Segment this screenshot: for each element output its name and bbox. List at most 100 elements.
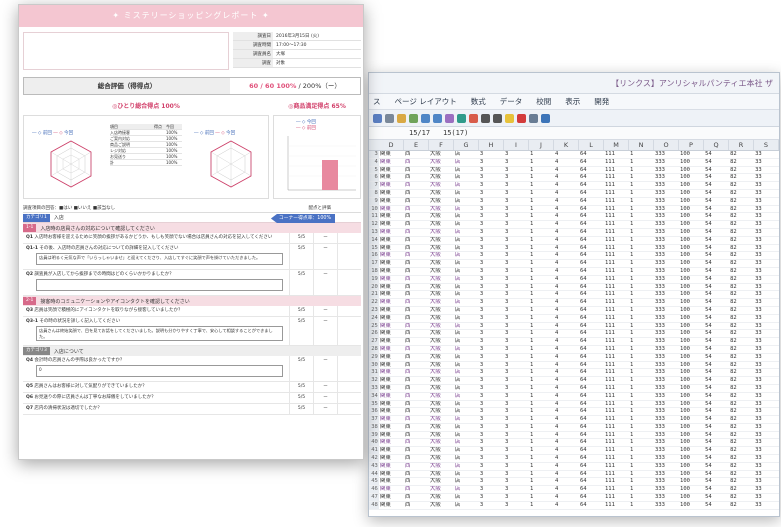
ribbon-tab[interactable]: 数式	[471, 94, 486, 109]
sheet-row[interactable]: 8 関東西大阪店 3 3 1 4 64 111 1 333 100 54 82 33	[369, 189, 779, 198]
column-header[interactable]: G	[454, 140, 479, 150]
chart-icon[interactable]	[469, 113, 478, 123]
sheet-row[interactable]: 28 関東西大阪店 3 3 1 4 64 111 1 333 100 54 82 33	[369, 345, 779, 354]
overall-label: 総合評価（得得点）	[24, 78, 230, 94]
column-header[interactable]: D	[379, 140, 404, 150]
sheet-row[interactable]: 5 関東西大阪店 3 3 1 4 64 111 1 333 100 54 82 33	[369, 166, 779, 175]
ribbon-tab[interactable]: 表示	[565, 94, 580, 109]
sheet-row[interactable]: 18 関東西大阪店 3 3 1 4 64 111 1 333 100 54 82 33	[369, 267, 779, 276]
sheet-row[interactable]: 44 関東西大阪店 3 3 1 4 64 111 1 333 100 54 82 33	[369, 470, 779, 479]
sheet-row[interactable]: 39 関東西大阪店 3 3 1 4 64 111 1 333 100 54 82 33	[369, 431, 779, 440]
overall-evaluation: 総合評価（得得点） 60 / 60 100% / 200%（ー）	[23, 77, 361, 95]
sheet-row[interactable]: 9 関東西大阪店 3 3 1 4 64 111 1 333 100 54 82 33	[369, 197, 779, 206]
question-row: Q2 調査員が入店してから挨拶までの時間はどのくらいかかりましたか？ 5/5 ー	[23, 270, 361, 296]
undo-icon[interactable]	[421, 113, 430, 123]
column-header[interactable]: L	[579, 140, 604, 150]
copy-icon[interactable]	[409, 113, 418, 123]
borders-icon[interactable]	[529, 113, 538, 123]
sheet-row[interactable]: 10 関東西大阪店 3 3 1 4 64 111 1 333 100 54 82 33	[369, 205, 779, 214]
sheet-row[interactable]: 31 関東西大阪店 3 3 1 4 64 111 1 333 100 54 82 33	[369, 369, 779, 378]
redo-icon[interactable]	[433, 113, 442, 123]
sheet-row[interactable]: 13 関東西大阪店 3 3 1 4 64 111 1 333 100 54 82 33	[369, 228, 779, 237]
sheet-row[interactable]: 42 関東西大阪店 3 3 1 4 64 111 1 333 100 54 82 33	[369, 455, 779, 463]
sheet-row[interactable]: 3 関東西大阪店 3 3 1 4 64 111 1 333 100 54 82 33	[369, 151, 779, 159]
sheet-row[interactable]: 17 関東西大阪店 3 3 1 4 64 111 1 333 100 54 82 33	[369, 260, 779, 268]
filter-icon[interactable]	[457, 113, 466, 123]
column-header[interactable]: M	[604, 140, 629, 150]
print-icon[interactable]	[385, 113, 394, 123]
ribbon-tab[interactable]: ページ レイアウト	[395, 94, 457, 109]
column-header[interactable]: N	[629, 140, 654, 150]
sheet-row[interactable]: 12 関東西大阪店 3 3 1 4 64 111 1 333 100 54 82 33	[369, 221, 779, 229]
font-size-up-icon[interactable]	[481, 113, 490, 123]
ribbon-tab[interactable]: データ	[500, 94, 523, 109]
formula-input[interactable]: 15(17)	[439, 129, 468, 137]
column-header[interactable]: H	[479, 140, 504, 150]
sheet-row[interactable]: 43 関東西大阪店 3 3 1 4 64 111 1 333 100 54 82 33	[369, 462, 779, 471]
answer-note: 店員は明るく元気な声で「いらっしゃいませ」と迎えてくださり、入店してすぐに笑顔で…	[36, 253, 283, 265]
column-header[interactable]: R	[729, 140, 754, 150]
sheet-row[interactable]: 20 関東西大阪店 3 3 1 4 64 111 1 333 100 54 82 33	[369, 283, 779, 292]
sheet-row[interactable]: 30 関東西大阪店 3 3 1 4 64 111 1 333 100 54 82 33	[369, 361, 779, 370]
sheet-row[interactable]: 14 関東西大阪店 3 3 1 4 64 111 1 333 100 54 82 33	[369, 236, 779, 245]
fill-color-icon[interactable]	[505, 113, 514, 123]
sheet-row[interactable]: 19 関東西大阪店 3 3 1 4 64 111 1 333 100 54 82 33	[369, 275, 779, 284]
paste-icon[interactable]	[397, 113, 406, 123]
question-row: Q5 店員さんはお客様に対して気配りができていましたか？ 5/5 ー	[23, 382, 361, 393]
ribbon-tab[interactable]: 開発	[594, 94, 609, 109]
formula-bar[interactable]: 15/17 15(17)	[369, 127, 779, 140]
sheet-row[interactable]: 38 関東西大阪店 3 3 1 4 64 111 1 333 100 54 82 33	[369, 423, 779, 432]
column-header[interactable]: E	[404, 140, 429, 150]
column-header[interactable]: K	[554, 140, 579, 150]
merge-icon[interactable]	[541, 113, 550, 123]
question-row: Q4 会計時の店員さんの手際は良かったですか？ 0 5/5 ー	[23, 356, 361, 382]
save-icon[interactable]	[373, 113, 382, 123]
sheet-row[interactable]: 16 関東西大阪店 3 3 1 4 64 111 1 333 100 54 82 33	[369, 252, 779, 261]
column-header[interactable]: O	[654, 140, 679, 150]
sheet-row[interactable]: 41 関東西大阪店 3 3 1 4 64 111 1 333 100 54 82 33	[369, 447, 779, 456]
sheet-row[interactable]: 22 関東西大阪店 3 3 1 4 64 111 1 333 100 54 82 33	[369, 299, 779, 307]
sheet-row[interactable]: 36 関東西大阪店 3 3 1 4 64 111 1 333 100 54 82 33	[369, 408, 779, 417]
sheet-row[interactable]: 27 関東西大阪店 3 3 1 4 64 111 1 333 100 54 82 33	[369, 338, 779, 346]
sheet-row[interactable]: 4 関東西大阪店 3 3 1 4 64 111 1 333 100 54 82 33	[369, 158, 779, 167]
sheet-row[interactable]: 35 関東西大阪店 3 3 1 4 64 111 1 333 100 54 82 33	[369, 400, 779, 409]
sheet-row[interactable]: 32 関東西大阪店 3 3 1 4 64 111 1 333 100 54 82 33	[369, 377, 779, 385]
column-header[interactable]: J	[529, 140, 554, 150]
spreadsheet-grid[interactable]: 3 関東西大阪店 3 3 1 4 64 111 1 333 100 54 82 33 4 関東西大阪店 3 3 1 4…	[369, 151, 779, 511]
sheet-row[interactable]: 37 関東西大阪店 3 3 1 4 64 111 1 333 100 54 82 33	[369, 416, 779, 424]
sort-icon[interactable]	[445, 113, 454, 123]
info-row: 調査 対象	[233, 59, 361, 68]
sheet-row[interactable]: 23 関東西大阪店 3 3 1 4 64 111 1 333 100 54 82 33	[369, 306, 779, 315]
middle-radar-legend: ― ◇ 前回 ― ◇ 今回	[194, 131, 236, 136]
ribbon-tab[interactable]: ス	[373, 94, 381, 109]
column-header[interactable]: F	[429, 140, 454, 150]
sheet-row[interactable]: 24 関東西大阪店 3 3 1 4 64 111 1 333 100 54 82 33	[369, 314, 779, 323]
sheet-row[interactable]: 15 関東西大阪店 3 3 1 4 64 111 1 333 100 54 82 33	[369, 244, 779, 253]
sheet-row[interactable]: 26 関東西大阪店 3 3 1 4 64 111 1 333 100 54 82 33	[369, 330, 779, 339]
sheet-row[interactable]: 45 関東西大阪店 3 3 1 4 64 111 1 333 100 54 82 33	[369, 478, 779, 487]
category-1-bar: カテゴリ1 入店 コーナー得点率：100%	[23, 213, 361, 223]
name-box[interactable]: 15/17	[369, 129, 439, 137]
answer-note-empty	[36, 279, 283, 291]
sheet-row[interactable]: 34 関東西大阪店 3 3 1 4 64 111 1 333 100 54 82 33	[369, 392, 779, 401]
sheet-row[interactable]: 6 関東西大阪店 3 3 1 4 64 111 1 333 100 54 82 33	[369, 174, 779, 183]
category-1-score-pill: コーナー得点率：100%	[270, 214, 335, 223]
column-header[interactable]: I	[504, 140, 529, 150]
column-header[interactable]: P	[679, 140, 704, 150]
sheet-row[interactable]: 33 関東西大阪店 3 3 1 4 64 111 1 333 100 54 82 33	[369, 384, 779, 393]
subcategory-1-1: 1-1 入店時の店員さんの対応について確認してください	[23, 223, 361, 233]
sheet-row[interactable]: 11 関東西大阪店 3 3 1 4 64 111 1 333 100 54 82 33	[369, 213, 779, 222]
font-size-down-icon[interactable]	[493, 113, 502, 123]
sheet-row[interactable]: 29 関東西大阪店 3 3 1 4 64 111 1 333 100 54 82 33	[369, 353, 779, 362]
sheet-row[interactable]: 21 関東西大阪店 3 3 1 4 64 111 1 333 100 54 82 33	[369, 291, 779, 300]
sheet-row[interactable]: 25 関東西大阪店 3 3 1 4 64 111 1 333 100 54 82 33	[369, 322, 779, 331]
column-header[interactable]: Q	[704, 140, 729, 150]
sheet-row[interactable]: 46 関東西大阪店 3 3 1 4 64 111 1 333 100 54 82 33	[369, 486, 779, 495]
sheet-row[interactable]: 7 関東西大阪店 3 3 1 4 64 111 1 333 100 54 82 33	[369, 182, 779, 190]
sheet-row[interactable]: 47 関東西大阪店 3 3 1 4 64 111 1 333 100 54 82 33	[369, 494, 779, 502]
sheet-row[interactable]: 48 関東西大阪店 3 3 1 4 64 111 1 333 100 54 82 33	[369, 501, 779, 510]
column-header[interactable]: S	[754, 140, 779, 150]
sheet-row[interactable]: 40 関東西大阪店 3 3 1 4 64 111 1 333 100 54 82 33	[369, 439, 779, 448]
font-color-icon[interactable]	[517, 113, 526, 123]
ribbon-tab[interactable]: 校閲	[536, 94, 551, 109]
